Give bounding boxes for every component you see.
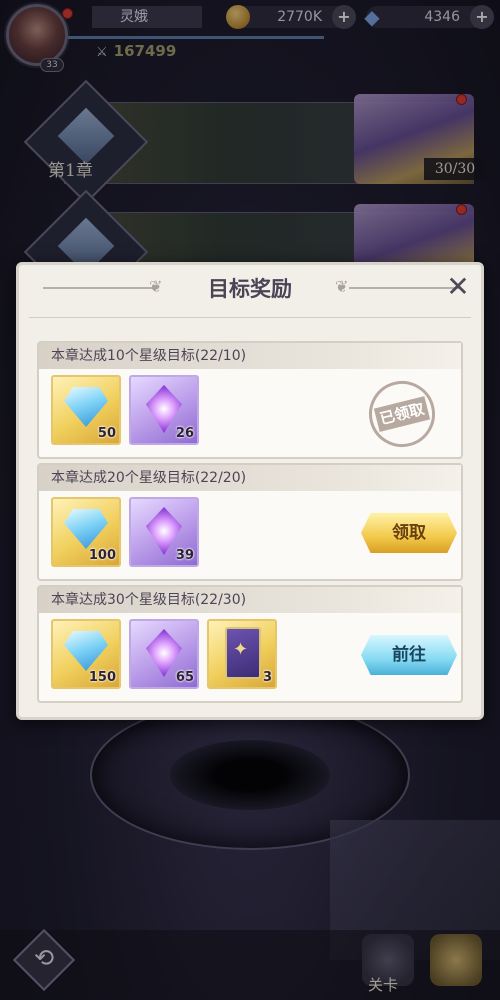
reward-item-crystal[interactable]: 39 xyxy=(129,497,199,567)
header-divider xyxy=(29,317,471,318)
item-quantity: 50 xyxy=(97,426,116,441)
close-icon[interactable]: ✕ xyxy=(443,273,473,303)
claimed-stamp: 已领取 xyxy=(361,373,443,455)
reward-row: 本章达成20个星级目标(22/20) 100 39 领取 xyxy=(37,463,463,581)
diamond-icon xyxy=(64,509,108,549)
reward-row-header: 本章达成30个星级目标(22/30) xyxy=(39,587,461,613)
goto-button[interactable]: 前往 xyxy=(361,635,457,675)
diamond-icon xyxy=(64,631,108,671)
item-quantity: 100 xyxy=(88,548,116,563)
curl-ornament-icon: ❦ xyxy=(335,277,349,296)
item-quantity: 65 xyxy=(175,670,194,685)
reward-row-header: 本章达成10个星级目标(22/10) xyxy=(39,343,461,369)
reward-item-diamond[interactable]: 150 xyxy=(51,619,121,689)
reward-item-crystal[interactable]: 26 xyxy=(129,375,199,445)
reward-item-diamond[interactable]: 50 xyxy=(51,375,121,445)
card-icon xyxy=(225,627,261,679)
item-quantity: 26 xyxy=(175,426,194,441)
claim-button[interactable]: 领取 xyxy=(361,513,457,553)
target-reward-dialog: ❦ 目标奖励 ❦ ✕ 本章达成10个星级目标(22/10) 50 26 已领取 … xyxy=(16,262,484,720)
reward-row-header: 本章达成20个星级目标(22/20) xyxy=(39,465,461,491)
reward-row: 本章达成10个星级目标(22/10) 50 26 已领取 xyxy=(37,341,463,459)
reward-row: 本章达成30个星级目标(22/30) 150 65 3 前往 xyxy=(37,585,463,703)
item-quantity: 150 xyxy=(88,670,116,685)
reward-item-crystal[interactable]: 65 xyxy=(129,619,199,689)
dialog-header: ❦ 目标奖励 ❦ ✕ xyxy=(19,265,481,313)
claimed-stamp-label: 已领取 xyxy=(373,396,431,432)
diamond-icon xyxy=(64,387,108,427)
reward-item-card[interactable]: 3 xyxy=(207,619,277,689)
item-quantity: 39 xyxy=(175,548,194,563)
reward-item-diamond[interactable]: 100 xyxy=(51,497,121,567)
item-quantity: 3 xyxy=(262,670,272,685)
